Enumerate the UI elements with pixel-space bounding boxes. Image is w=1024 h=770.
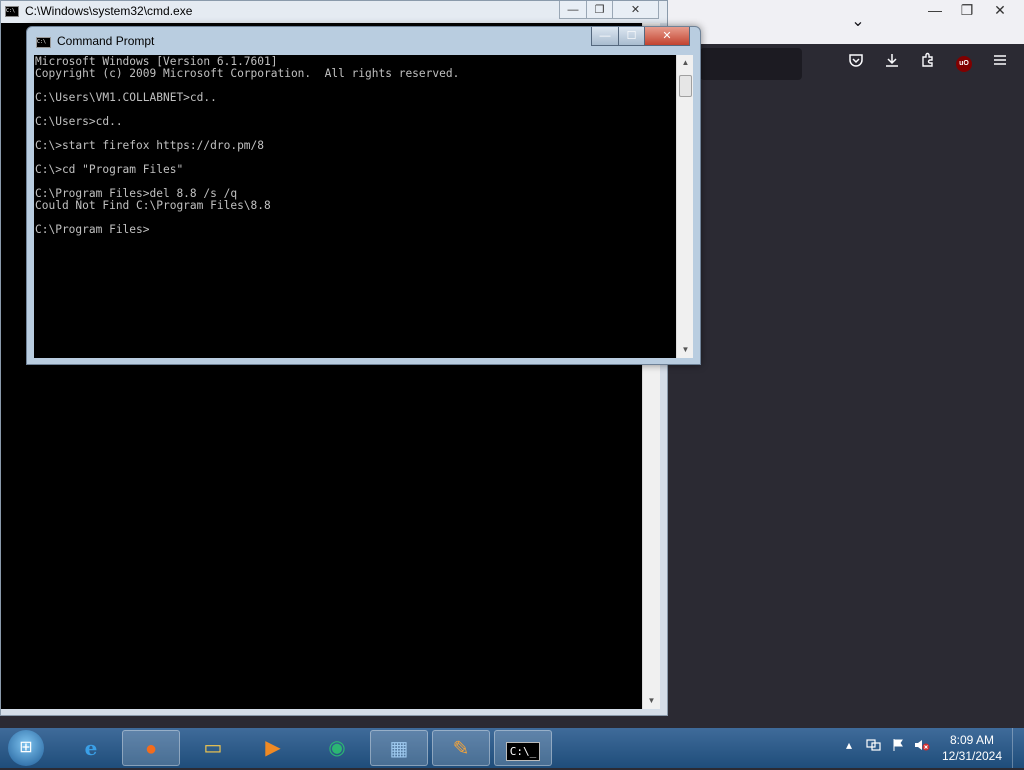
internet-explorer-glyph: e [84,736,98,760]
firefox-icon[interactable]: ● [122,730,180,766]
list-all-tabs-icon[interactable]: ⌄ [848,12,868,32]
pocket-icon[interactable] [844,52,868,76]
cmd-taskbar-icon[interactable]: C:\_ [494,730,552,766]
restore-button[interactable]: ❐ [586,1,613,19]
window-title: C:\Windows\system32\cmd.exe [25,4,193,18]
control-panel-icon[interactable]: ▦ [370,730,428,766]
close-button[interactable]: ✕ [612,1,659,19]
console-app-icon: C:\ [5,6,19,17]
firefox-minimize-button[interactable]: — [917,0,953,22]
cmd-exe-titlebar[interactable]: C:\ C:\Windows\system32\cmd.exe — ❐ ✕ [1,1,667,23]
system-clock[interactable]: 8:09 AM 12/31/2024 [940,732,1004,764]
scroll-up-icon[interactable]: ▲ [677,55,694,71]
network-icon[interactable] [866,738,882,755]
internet-explorer-icon[interactable]: e [62,730,120,766]
media-player-icon[interactable]: ▶ [244,730,302,766]
console-app-icon: C:\ [36,37,51,48]
app-green-glyph: ◉ [328,737,346,759]
firefox-restore-button[interactable]: ❐ [949,0,985,22]
minimize-button[interactable]: — [559,1,587,19]
scroll-down-icon[interactable]: ▼ [643,693,660,709]
close-button[interactable]: ✕ [644,27,690,46]
console-output[interactable]: Microsoft Windows [Version 6.1.7601] Cop… [34,55,676,358]
cmd-glyph: C:\_ [505,742,541,761]
paint-glyph: ✎ [452,738,470,760]
volume-muted-icon[interactable] [914,738,930,755]
console-text: Microsoft Windows [Version 6.1.7601] Cop… [35,55,460,236]
taskbar: ⊞ e ● ▭ ▶ ◉ ▦ ✎ C:\_ ▴ 8:09 AM 12/31/202… [0,728,1024,768]
minimize-button[interactable]: — [591,27,619,46]
download-icon[interactable] [880,52,904,76]
action-center-flag-icon[interactable] [892,738,906,755]
url-bar[interactable] [700,48,802,80]
folder-glyph: ▭ [203,737,223,759]
app-green-icon[interactable]: ◉ [308,730,366,766]
hamburger-menu-icon[interactable] [988,52,1012,76]
puzzle-icon[interactable] [916,52,940,76]
clock-date: 12/31/2024 [941,749,1003,763]
folder-icon[interactable]: ▭ [184,730,242,766]
firefox-close-button[interactable]: ✕ [982,0,1018,22]
window-title: Command Prompt [57,34,155,48]
firefox-glyph: ● [144,738,158,760]
clock-time: 8:09 AM [949,733,995,747]
paint-icon[interactable]: ✎ [432,730,490,766]
maximize-button[interactable]: ☐ [618,27,645,46]
show-desktop-button[interactable] [1012,728,1024,768]
scroll-down-icon[interactable]: ▼ [677,342,694,358]
ublock-origin-icon[interactable]: uO [956,56,972,72]
scroll-thumb[interactable] [679,75,692,97]
media-player-glyph: ▶ [265,737,281,759]
command-prompt-titlebar[interactable]: C:\ Command Prompt — ☐ ✕ [27,27,700,57]
command-prompt-window: C:\ Command Prompt — ☐ ✕ Microsoft Windo… [26,26,701,365]
control-panel-glyph: ▦ [389,738,409,760]
start-button[interactable]: ⊞ [8,730,44,766]
show-hidden-icons-icon[interactable]: ▴ [846,738,852,752]
vertical-scrollbar[interactable]: ▲ ▼ [676,55,693,358]
